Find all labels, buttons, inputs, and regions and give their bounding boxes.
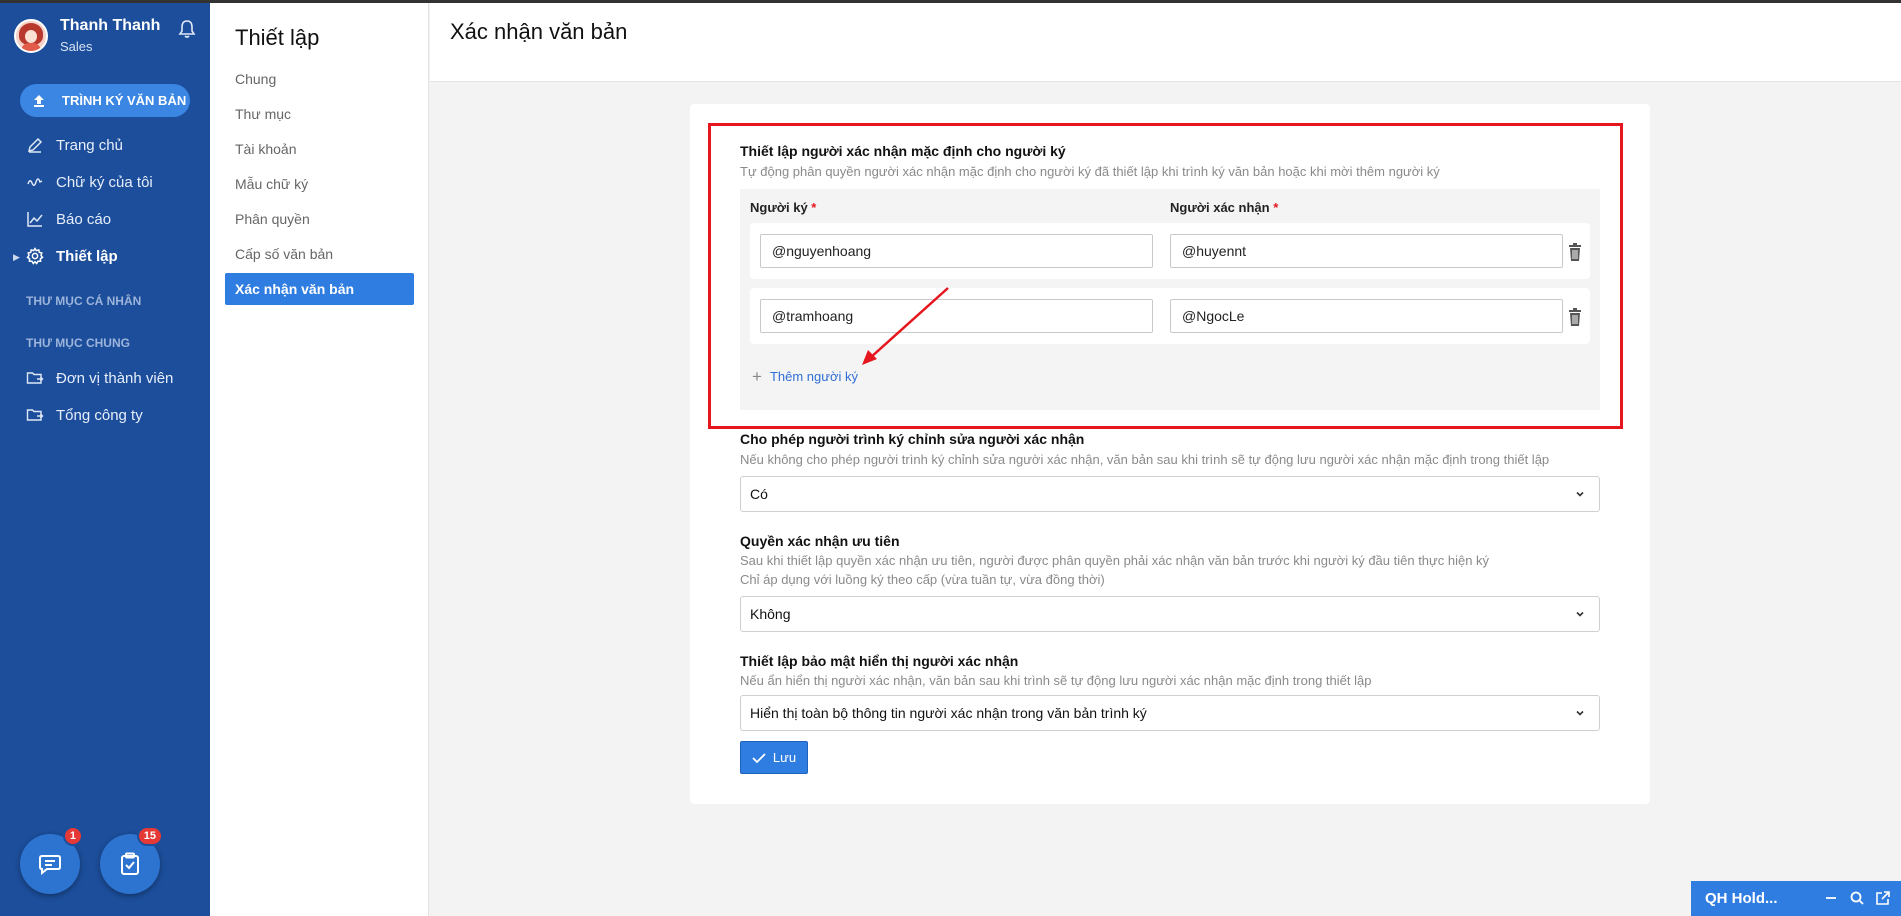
settings-item-general[interactable]: Chung xyxy=(235,71,276,87)
privacy-desc: Nếu ẩn hiển thị người xác nhận, văn bản … xyxy=(740,673,1372,688)
add-signer-label: Thêm người ký xyxy=(769,369,858,384)
signature-icon xyxy=(27,178,43,186)
user-role: Sales xyxy=(60,39,93,54)
signer-input[interactable]: @nguyenhoang xyxy=(760,234,1153,268)
save-label: Lưu xyxy=(772,750,797,765)
sidebar-item-label: Đơn vị thành viên xyxy=(56,369,174,387)
sidebar-item-settings[interactable]: Thiết lập xyxy=(26,247,118,265)
privacy-value: Hiển thị toàn bộ thông tin người xác nhậ… xyxy=(750,705,1147,721)
expand-caret-icon[interactable]: ▶ xyxy=(13,252,20,263)
tasks-button[interactable]: 15 xyxy=(100,826,163,894)
confirmer-input[interactable]: @NgocLe xyxy=(1170,299,1563,333)
privacy-select[interactable]: Hiển thị toàn bộ thông tin người xác nhậ… xyxy=(740,695,1600,731)
chevron-down-icon xyxy=(1576,611,1584,617)
external-link-icon[interactable] xyxy=(1875,890,1891,906)
chat-badge: 1 xyxy=(62,826,83,846)
settings-item-folders[interactable]: Thư mục xyxy=(235,106,291,122)
chat-button[interactable]: 1 xyxy=(20,826,83,894)
pen-icon xyxy=(27,137,43,153)
avatar[interactable] xyxy=(14,18,48,53)
sidebar-item-label: Chữ ký của tôi xyxy=(56,173,153,191)
plus-icon: + xyxy=(752,367,762,386)
folder-share-icon xyxy=(26,372,44,384)
chat-icon xyxy=(39,855,61,875)
sidebar-item-reports[interactable]: Báo cáo xyxy=(26,210,111,228)
priority-desc-1: Sau khi thiết lập quyền xác nhận ưu tiên… xyxy=(740,553,1490,568)
trash-icon[interactable] xyxy=(1568,308,1582,326)
chevron-down-icon xyxy=(1576,491,1584,497)
bell-icon[interactable] xyxy=(178,19,196,39)
privacy-title: Thiết lập bảo mật hiển thị người xác nhậ… xyxy=(740,653,1019,669)
sign-document-label: TRÌNH KÝ VĂN BẢN xyxy=(62,93,187,108)
section-personal-folders: THƯ MỤC CÁ NHÂN xyxy=(26,294,142,308)
sidebar-item-label: Trang chủ xyxy=(56,136,123,154)
settings-item-permissions[interactable]: Phân quyền xyxy=(235,211,310,227)
sidebar-item-my-signature[interactable]: Chữ ký của tôi xyxy=(26,173,153,191)
sidebar-item-corporation[interactable]: Tổng công ty xyxy=(26,406,143,424)
settings-item-doc-numbering[interactable]: Cấp số văn bản xyxy=(235,246,333,262)
allow-edit-desc: Nếu không cho phép người trình ký chỉnh … xyxy=(740,452,1550,467)
allow-edit-title: Cho phép người trình ký chỉnh sửa người … xyxy=(740,431,1085,447)
page-title: Xác nhận văn bản xyxy=(450,19,628,44)
settings-menu: Thiết lập Chung Thư mục Tài khoản Mẫu ch… xyxy=(210,3,429,916)
trash-icon[interactable] xyxy=(1568,243,1582,261)
signer-input[interactable]: @tramhoang xyxy=(760,299,1153,333)
main-sidebar: Thanh Thanh ... Sales TRÌNH KÝ VĂN BẢN T… xyxy=(0,3,210,916)
sidebar-item-home[interactable]: Trang chủ xyxy=(26,136,123,154)
priority-desc-2: Chỉ áp dụng với luồng ký theo cấp (vừa t… xyxy=(740,572,1105,587)
priority-value: Không xyxy=(750,606,791,622)
column-header-signer: Người ký * xyxy=(750,200,817,215)
settings-item-signature-template[interactable]: Mẫu chữ ký xyxy=(235,176,308,192)
minimize-icon[interactable] xyxy=(1823,890,1839,906)
allow-edit-value: Có xyxy=(750,486,768,502)
confirmer-input[interactable]: @huyennt xyxy=(1170,234,1563,268)
search-icon[interactable] xyxy=(1849,890,1865,906)
add-signer-link[interactable]: + Thêm người ký xyxy=(752,367,858,386)
qh-widget-title: QH Hold... xyxy=(1705,890,1778,907)
user-name: Thanh Thanh ... xyxy=(60,17,165,34)
page-header: Xác nhận văn bản xyxy=(430,3,1901,82)
gear-icon xyxy=(26,247,44,265)
chevron-down-icon xyxy=(1576,710,1584,716)
folder-share-icon xyxy=(26,409,44,421)
qh-widget-bar[interactable]: QH Hold... xyxy=(1691,881,1901,916)
section-shared-folders: THƯ MỤC CHUNG xyxy=(26,336,130,350)
check-icon xyxy=(752,752,766,763)
sign-document-button[interactable]: TRÌNH KÝ VĂN BẢN xyxy=(20,84,190,117)
upload-icon xyxy=(34,94,44,107)
sidebar-item-label: Tổng công ty xyxy=(56,406,143,424)
tasks-badge: 15 xyxy=(136,826,163,846)
sidebar-item-member-units[interactable]: Đơn vị thành viên xyxy=(26,369,173,387)
sidebar-item-label: Báo cáo xyxy=(56,210,112,228)
settings-item-doc-confirmation[interactable]: Xác nhận văn bản xyxy=(225,273,414,305)
allow-edit-select[interactable]: Có xyxy=(740,476,1600,512)
priority-select[interactable]: Không xyxy=(740,596,1600,632)
default-confirmer-desc: Tự động phân quyền người xác nhận mặc đị… xyxy=(740,164,1440,179)
sidebar-item-label: Thiết lập xyxy=(56,247,118,265)
priority-title: Quyền xác nhận ưu tiên xyxy=(740,533,900,549)
settings-menu-title: Thiết lập xyxy=(235,25,320,50)
default-confirmer-title: Thiết lập người xác nhận mặc định cho ng… xyxy=(740,143,1066,159)
save-button[interactable]: Lưu xyxy=(740,741,808,774)
settings-item-account[interactable]: Tài khoản xyxy=(235,141,296,157)
column-header-confirmer: Người xác nhận * xyxy=(1170,200,1279,215)
chart-line-icon xyxy=(27,212,43,227)
clipboard-check-icon xyxy=(121,852,139,875)
user-profile[interactable]: Thanh Thanh ... Sales xyxy=(14,17,165,54)
